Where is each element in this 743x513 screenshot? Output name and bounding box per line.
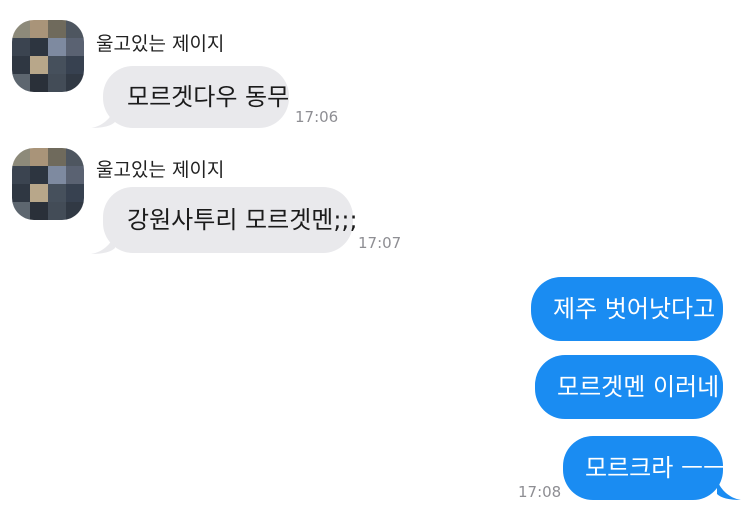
avatar-mosaic-cell (48, 56, 66, 74)
sender-avatar[interactable] (12, 20, 84, 92)
avatar-mosaic-cell (48, 74, 66, 92)
avatar-mosaic-cell (12, 38, 30, 56)
avatar-mosaic-cell (30, 20, 48, 38)
avatar-mosaic-cell (48, 202, 66, 220)
avatar-mosaic-cell (30, 38, 48, 56)
outgoing-message-bubble[interactable]: 모르겟멘 이러네 (535, 355, 723, 419)
avatar-mosaic-cell (66, 148, 84, 166)
avatar-mosaic-cell (12, 166, 30, 184)
sender-avatar[interactable] (12, 148, 84, 220)
avatar-mosaic-cell (30, 202, 48, 220)
avatar-mosaic-cell (66, 20, 84, 38)
avatar-mosaic-cell (30, 184, 48, 202)
avatar-mosaic-cell (12, 148, 30, 166)
avatar-mosaic-cell (48, 38, 66, 56)
message-timestamp: 17:08 (518, 483, 562, 501)
avatar-mosaic-cell (66, 74, 84, 92)
avatar-mosaic-cell (30, 74, 48, 92)
avatar-mosaic-cell (30, 148, 48, 166)
avatar-mosaic-cell (12, 20, 30, 38)
avatar-mosaic-cell (30, 166, 48, 184)
avatar-mosaic-cell (66, 38, 84, 56)
outgoing-message-bubble[interactable]: 제주 벗어낫다고 (531, 277, 723, 341)
sender-name: 울고있는 제이지 (96, 159, 225, 181)
avatar-mosaic-cell (66, 56, 84, 74)
incoming-message-bubble[interactable]: 강원사투리 모르겟멘;;; (103, 187, 358, 253)
avatar-mosaic-cell (66, 184, 84, 202)
message-timestamp: 17:07 (358, 234, 402, 252)
avatar-mosaic-cell (48, 166, 66, 184)
avatar-mosaic-cell (66, 202, 84, 220)
message-timestamp: 17:06 (295, 108, 339, 126)
avatar-mosaic-cell (66, 166, 84, 184)
avatar-mosaic-cell (30, 56, 48, 74)
avatar-mosaic-cell (12, 184, 30, 202)
avatar-mosaic-cell (48, 148, 66, 166)
avatar-mosaic-cell (48, 184, 66, 202)
avatar-mosaic-cell (12, 74, 30, 92)
avatar-mosaic-cell (12, 56, 30, 74)
outgoing-message-bubble[interactable]: 모르크라 ㅡㅡ (563, 436, 725, 500)
bubble-tail (717, 480, 741, 500)
incoming-message-bubble[interactable]: 모르겟다우 동무 (103, 66, 289, 128)
sender-name: 울고있는 제이지 (96, 33, 225, 55)
avatar-mosaic-cell (12, 202, 30, 220)
avatar-mosaic-cell (48, 20, 66, 38)
